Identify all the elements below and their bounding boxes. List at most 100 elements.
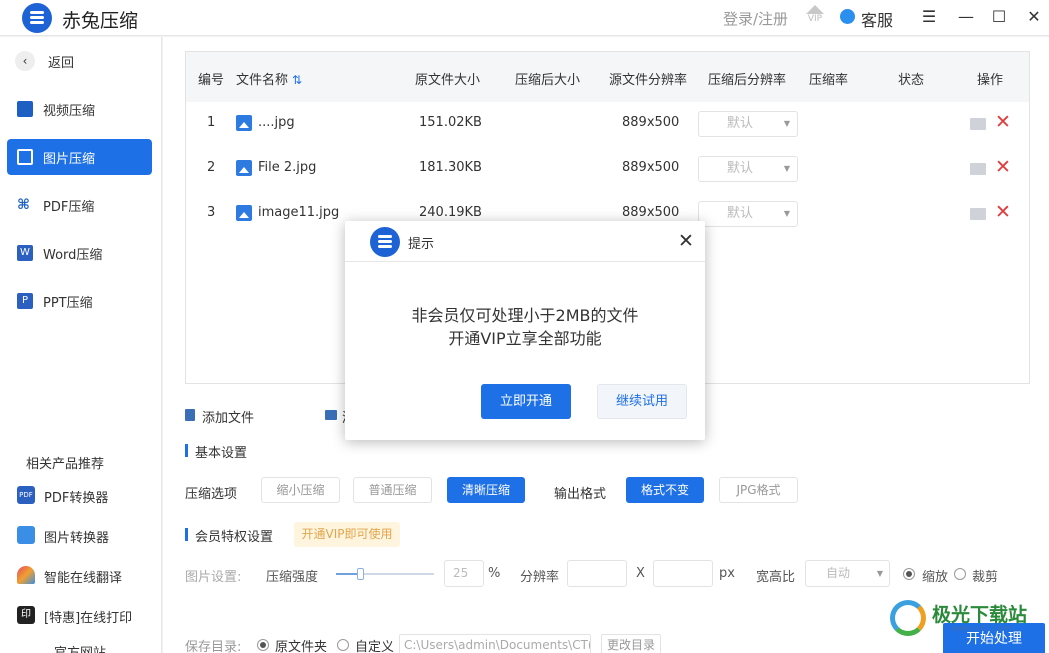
px-unit: px — [719, 566, 735, 581]
row-resolution-select[interactable]: 默认 ▼ — [698, 111, 798, 137]
app-logo-icon — [22, 3, 52, 33]
header-ratio: 压缩率 — [809, 73, 849, 88]
row-resolution-select[interactable]: 默认 ▼ — [698, 156, 798, 182]
strength-label: 压缩强度 — [266, 570, 319, 585]
save-directory-label: 保存目录: — [185, 640, 242, 653]
scale-label: 缩放 — [922, 570, 949, 585]
compress-option-shrink[interactable]: 缩小压缩 — [261, 477, 340, 503]
sort-icon[interactable]: ⇅ — [292, 73, 302, 87]
customer-service-icon[interactable] — [840, 9, 855, 24]
folder-icon — [325, 410, 337, 420]
notice-dialog: 提示 ✕ 非会员仅可处理小于2MB的文件 开通VIP立享全部功能 立即开通 继续… — [345, 221, 705, 440]
table-header: 编号 文件名称 ⇅ 原文件大小 压缩后大小 源文件分辨率 压缩后分辨率 压缩率 状… — [186, 52, 1029, 102]
header-name-label: 文件名称 — [236, 73, 289, 88]
sidebar: ‹ 返回 视频压缩 图片压缩 ⌘ PDF压缩 W Word压缩 P PPT压缩 … — [0, 37, 162, 653]
sidebar-item-image[interactable]: 图片压缩 — [7, 139, 152, 175]
continue-trial-button[interactable]: 继续试用 — [597, 384, 687, 419]
custom-folder-radio[interactable] — [337, 639, 349, 651]
chevron-down-icon: ▼ — [783, 164, 790, 173]
dialog-message-line1: 非会员仅可处理小于2MB的文件 — [411, 306, 639, 325]
delete-icon[interactable]: ✕ — [995, 156, 1011, 178]
row-orig-res: 889x500 — [622, 115, 680, 130]
menu-icon[interactable]: ☰ — [918, 6, 940, 28]
crop-radio[interactable] — [954, 568, 966, 580]
folder-icon[interactable] — [970, 163, 986, 175]
delete-icon[interactable]: ✕ — [995, 201, 1011, 223]
format-option-unchanged[interactable]: 格式不变 — [626, 477, 704, 503]
sidebar-item-word[interactable]: W Word压缩 — [7, 235, 152, 271]
resolution-height-input[interactable] — [653, 560, 713, 587]
row-orig-size: 240.19KB — [419, 205, 482, 220]
percent-unit: % — [488, 566, 501, 581]
row-orig-res: 889x500 — [622, 205, 680, 220]
source-folder-radio[interactable] — [257, 639, 269, 651]
save-path-field[interactable]: C:\Users\admin\Documents\CT( — [399, 634, 591, 653]
aspect-ratio-label: 宽高比 — [756, 570, 796, 585]
scale-radio[interactable] — [903, 568, 915, 580]
dialog-message-line2: 开通VIP立享全部功能 — [448, 329, 602, 348]
title-bar: 赤兔压缩 登录/注册 VIP 客服 ☰ — ☐ ✕ — [0, 0, 1049, 36]
image-file-icon — [236, 160, 252, 176]
row-orig-size: 181.30KB — [419, 160, 482, 175]
start-processing-button[interactable]: 开始处理 — [943, 623, 1045, 653]
resolution-select-value: 默认 — [727, 206, 754, 221]
dialog-header: 提示 ✕ — [345, 221, 705, 262]
sidebar-item-video[interactable]: 视频压缩 — [7, 91, 152, 127]
sidebar-item-pdf[interactable]: ⌘ PDF压缩 — [7, 187, 152, 223]
related-products-title: 相关产品推荐 — [26, 457, 105, 472]
source-folder-label: 原文件夹 — [275, 640, 328, 653]
row-index: 3 — [207, 205, 216, 220]
resolution-label: 分辨率 — [520, 570, 560, 585]
header-name[interactable]: 文件名称 ⇅ — [236, 69, 302, 88]
folder-icon[interactable] — [970, 118, 986, 130]
activate-vip-button[interactable]: 立即开通 — [481, 384, 571, 419]
slider-handle[interactable] — [357, 568, 364, 580]
maximize-icon[interactable]: ☐ — [988, 6, 1010, 28]
close-icon[interactable]: ✕ — [1023, 6, 1045, 28]
basic-settings-label: 基本设置 — [195, 446, 248, 461]
chevron-down-icon: ▼ — [876, 569, 883, 578]
video-icon — [17, 101, 33, 117]
aspect-ratio-select[interactable]: 自动 ▼ — [805, 560, 890, 587]
related-item-label: 图片转换器 — [44, 531, 110, 546]
customer-service-label[interactable]: 客服 — [861, 7, 893, 31]
app-title: 赤兔压缩 — [62, 10, 139, 32]
file-icon — [185, 409, 195, 421]
strength-slider[interactable] — [336, 568, 434, 580]
table-row: 2 File 2.jpg 181.30KB 889x500 默认 ▼ ✕ — [186, 147, 1029, 192]
vip-badge[interactable]: 开通VIP即可使用 — [294, 522, 400, 547]
header-orig-res: 源文件分辨率 — [609, 73, 688, 88]
section-marker — [185, 444, 188, 457]
ppt-icon: P — [17, 293, 33, 309]
vip-crown-icon[interactable]: VIP — [803, 5, 827, 29]
sidebar-item-ppt[interactable]: P PPT压缩 — [7, 283, 152, 319]
output-format-label: 输出格式 — [554, 487, 607, 502]
translate-icon — [17, 566, 35, 584]
compress-options-label: 压缩选项 — [185, 487, 238, 502]
format-option-jpg[interactable]: JPG格式 — [719, 477, 798, 503]
compress-option-clear[interactable]: 清晰压缩 — [447, 477, 525, 503]
change-directory-button[interactable]: 更改目录 — [601, 634, 661, 653]
folder-icon[interactable] — [970, 208, 986, 220]
row-orig-size: 151.02KB — [419, 115, 482, 130]
back-arrow-icon: ‹ — [15, 51, 35, 71]
header-index: 编号 — [198, 73, 225, 88]
row-file-name: image11.jpg — [258, 205, 340, 220]
login-register-link[interactable]: 登录/注册 — [723, 8, 788, 29]
sidebar-item-label: 视频压缩 — [43, 104, 96, 119]
image-converter-icon — [17, 526, 35, 544]
header-actions: 操作 — [977, 73, 1004, 88]
add-file-label: 添加文件 — [202, 411, 255, 426]
resolution-x-label: X — [636, 566, 645, 581]
dialog-close-icon[interactable]: ✕ — [678, 230, 694, 252]
delete-icon[interactable]: ✕ — [995, 111, 1011, 133]
resolution-width-input[interactable] — [567, 560, 627, 587]
compress-option-normal[interactable]: 普通压缩 — [353, 477, 432, 503]
strength-input[interactable]: 25 — [444, 560, 484, 587]
crop-label: 裁剪 — [972, 570, 999, 585]
row-index: 2 — [207, 160, 216, 175]
row-resolution-select[interactable]: 默认 ▼ — [698, 201, 798, 227]
minimize-icon[interactable]: — — [955, 6, 977, 28]
print-icon: 印 — [17, 606, 35, 624]
sidebar-item-label: PDF压缩 — [43, 200, 95, 215]
